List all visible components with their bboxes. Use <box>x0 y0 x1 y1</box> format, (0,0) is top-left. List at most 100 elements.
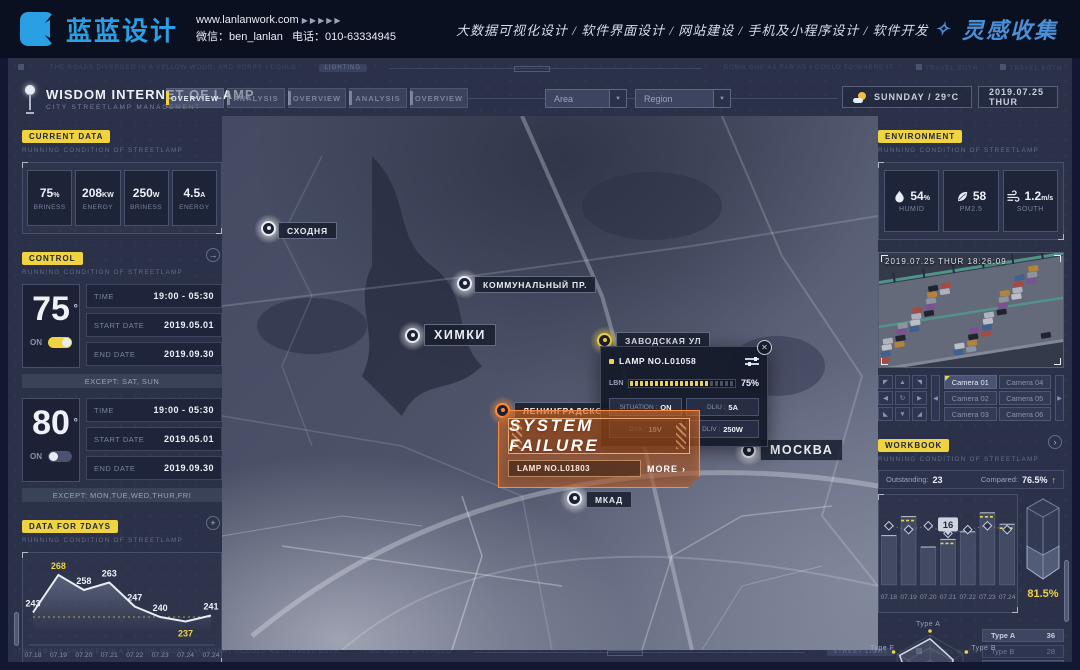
lamp-id: LAMP NO.L01058 <box>619 356 696 366</box>
lbn-percent: 75% <box>741 378 759 388</box>
collect-link[interactable]: ✧ 灵感收集 <box>932 13 1058 45</box>
svg-text:237: 237 <box>178 629 193 639</box>
pan-up-right-button[interactable]: ◥ <box>912 375 927 389</box>
map-label[interactable]: СХОДНЯ <box>278 222 337 239</box>
pan-down-right-button[interactable]: ◢ <box>912 407 927 421</box>
droplet-icon <box>893 190 906 203</box>
end-date-row[interactable]: END DATE2019.09.30 <box>86 342 222 366</box>
stat-card-energy-a: 4.5A ENERGY <box>172 170 217 226</box>
environment-label: ENVIRONMENT <box>878 130 962 143</box>
dashboard: THE ROADS DIVERGED IN A YELLOW WOOD, AND… <box>8 58 1072 662</box>
workbook-chart: 07.1807.1907.2007.2107.2207.2307.2416 <box>878 494 1018 613</box>
map-pin-mkad[interactable] <box>564 488 586 510</box>
app-root: 蓝蓝设计 www.lanlanwork.com ▶▶▶▶▶ 微信：ben_lan… <box>0 0 1080 670</box>
city-map[interactable]: СХОДНЯ КОММУНАЛЬНЫЙ ПР. ХИМКИ ЗАВОДСКАЯ … <box>222 116 878 650</box>
camera-button-2[interactable]: Camera 02 <box>944 391 997 405</box>
workbook-stats: Outstanding:23 Compared:76.5% ↑ <box>878 470 1064 489</box>
stat-card-energy-kw: 208KW ENERGY <box>75 170 120 226</box>
camera-button-6[interactable]: Camera 06 <box>999 407 1052 421</box>
weather-widget: SUNNDAY / 29°C <box>842 86 972 108</box>
pan-up-button[interactable]: ▲ <box>895 375 910 389</box>
workbook-expand-button[interactable]: › <box>1048 435 1062 449</box>
camera-controls: ◤ ▲ ◥ ◀ ↻ ▶ ◣ ▼ ◢ ◀ Camera 01 Camera 02 <box>878 375 1064 421</box>
wechat-text: 微信：ben_lanlan <box>196 31 283 43</box>
camera-button-5[interactable]: Camera 05 <box>999 391 1052 405</box>
seven-days-label: DATA FOR 7DAYS <box>22 520 118 533</box>
reset-view-button[interactable]: ↻ <box>895 391 910 405</box>
camera-button-3[interactable]: Camera 03 <box>944 407 997 421</box>
streetlamp-icon <box>22 84 38 114</box>
camera-timestamp: 2019.07.25 THUR 18:26:09 <box>885 257 1007 266</box>
except-bar: EXCEPT: SAT, SUN <box>22 374 222 388</box>
pan-right-button[interactable]: ▶ <box>912 391 927 405</box>
pan-down-left-button[interactable]: ◣ <box>878 407 893 421</box>
region-select[interactable]: Region ▼ <box>635 89 731 108</box>
control-expand-button[interactable]: → <box>206 248 220 262</box>
svg-text:263: 263 <box>102 569 117 579</box>
brand-logo-icon <box>20 10 58 48</box>
map-pin-kommunalny[interactable] <box>454 273 476 295</box>
svg-text:07.22: 07.22 <box>126 652 143 659</box>
sliders-icon[interactable] <box>745 356 759 366</box>
environment-cards: 54% HUMID 58 PM2.5 1.2m/s SOUTH <box>878 162 1064 240</box>
area-select[interactable]: Area ▼ <box>545 89 627 108</box>
svg-text:07.23: 07.23 <box>979 594 996 601</box>
table-row[interactable]: Type A36 <box>982 629 1064 642</box>
lighting-chip: LIGHTING <box>319 64 367 72</box>
map-pin-khimki[interactable] <box>402 325 424 347</box>
tab-overview-3[interactable]: OVERVIEW <box>410 88 468 108</box>
control-group-1: 75 ON TIME19:00 - 05:30 START DATE2019.0… <box>22 284 222 368</box>
map-pin-skhodnya[interactable] <box>258 218 280 240</box>
camera-next-button[interactable]: ▶ <box>1055 375 1064 421</box>
time-row[interactable]: TIME19:00 - 05:30 <box>86 284 222 308</box>
website-link[interactable]: www.lanlanwork.com <box>196 14 299 26</box>
map-label[interactable]: КОММУНАЛЬНЫЙ ПР. <box>474 276 596 293</box>
camera-button-4[interactable]: Camera 04 <box>999 375 1052 389</box>
camera-list: Camera 01 Camera 02 Camera 03 Camera 04 … <box>944 375 1051 421</box>
camera-dpad: ◤ ▲ ◥ ◀ ↻ ▶ ◣ ▼ ◢ <box>878 375 927 421</box>
end-date-row[interactable]: END DATE2019.09.30 <box>86 456 222 480</box>
start-date-row[interactable]: START DATE2019.05.01 <box>86 313 222 337</box>
map-label[interactable]: МОСКВА <box>760 439 843 461</box>
svg-text:16: 16 <box>943 520 954 531</box>
right-scroll-handle[interactable] <box>1064 560 1069 622</box>
tab-overview-1[interactable]: OVERVIEW <box>166 88 224 108</box>
camera-video[interactable]: 2019.07.25 THUR 18:26:09 <box>878 252 1064 368</box>
tab-analysis-2[interactable]: ANALYSIS <box>349 88 407 108</box>
chevron-right-icon: › <box>682 464 686 474</box>
brand-logo[interactable]: 蓝蓝设计 <box>20 10 178 48</box>
camera-button-1[interactable]: Camera 01 <box>944 375 997 389</box>
pan-up-left-button[interactable]: ◤ <box>878 375 893 389</box>
system-failure-alert: SYSTEM FAILURE LAMP NO.L01803 MORE› <box>498 410 700 488</box>
svg-text:07.24: 07.24 <box>202 652 219 659</box>
pan-left-button[interactable]: ◀ <box>878 391 893 405</box>
svg-text:07.24: 07.24 <box>999 594 1016 601</box>
tab-overview-2[interactable]: OVERVIEW <box>288 88 346 108</box>
pan-down-button[interactable]: ▼ <box>895 407 910 421</box>
time-row[interactable]: TIME19:00 - 05:30 <box>86 398 222 422</box>
control-toggle[interactable] <box>48 337 72 348</box>
left-scroll-handle[interactable] <box>14 612 19 646</box>
radar-panel: Type A Type B Type C Type D Type E Type … <box>878 623 1064 662</box>
close-icon[interactable]: ✕ <box>757 340 772 355</box>
camera-panel: 2019.07.25 THUR 18:26:09 ◤ ▲ ◥ ◀ ↻ ▶ ◣ ▼… <box>878 252 1064 421</box>
stat-card-briness-w: 250W BRINESS <box>124 170 169 226</box>
map-label[interactable]: МКАД <box>586 491 632 508</box>
humidity-card: 54% HUMID <box>884 170 939 232</box>
svg-text:243: 243 <box>25 599 40 609</box>
control-toggle[interactable] <box>48 451 72 462</box>
more-button[interactable]: MORE› <box>647 464 690 474</box>
camera-prev-button[interactable]: ◀ <box>931 375 940 421</box>
seven-days-add-button[interactable]: + <box>206 516 220 530</box>
brightness-level-box: 80 ON <box>22 398 80 482</box>
lbn-label: LBN <box>609 380 623 387</box>
svg-text:258: 258 <box>76 576 91 586</box>
radar-chart: Type A Type B Type C Type D Type E Type … <box>878 623 982 662</box>
map-label[interactable]: ХИМКИ <box>424 324 496 346</box>
phone-text: 电话：010-63334945 <box>292 31 396 43</box>
table-row[interactable]: Type C25 <box>982 660 1064 662</box>
workbook-label: WORKBOOK <box>878 439 949 452</box>
tab-analysis-1[interactable]: ANALYSIS <box>227 88 285 108</box>
chevron-down-icon: ▼ <box>713 90 730 107</box>
start-date-row[interactable]: START DATE2019.05.01 <box>86 427 222 451</box>
